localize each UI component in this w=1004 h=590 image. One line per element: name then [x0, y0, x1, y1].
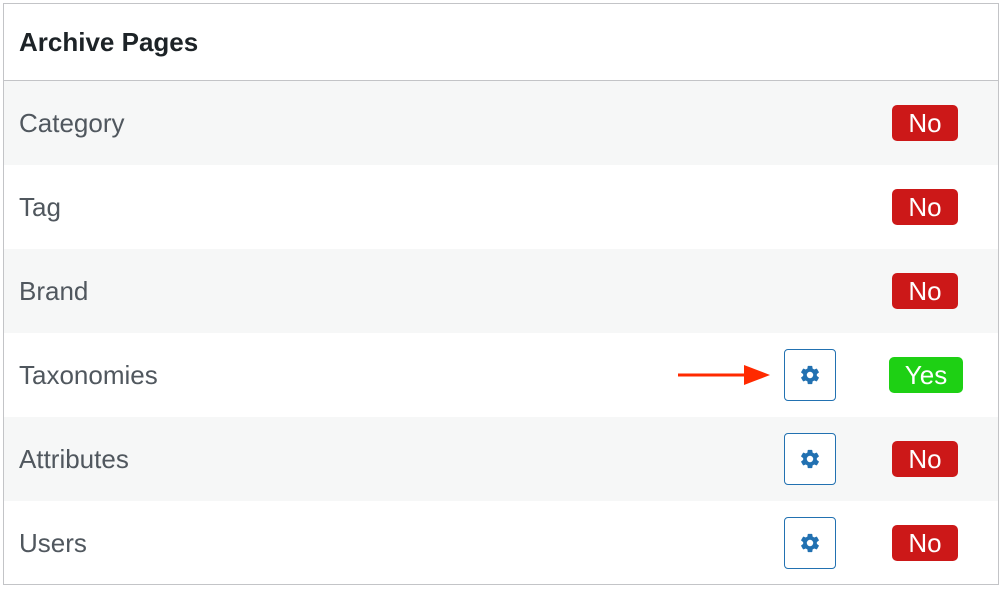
row-brand: Brand No	[4, 249, 998, 333]
row-label: Attributes	[19, 443, 129, 474]
status-badge[interactable]: No	[892, 441, 958, 477]
gear-icon	[801, 365, 819, 385]
row-tag: Tag No	[4, 165, 998, 249]
status-badge[interactable]: No	[892, 273, 958, 309]
panel-title: Archive Pages	[19, 26, 199, 57]
gear-icon	[801, 449, 819, 469]
row-label: Tag	[19, 191, 61, 222]
status-badge[interactable]: No	[892, 525, 958, 561]
row-label: Category	[19, 107, 125, 138]
arrow-right-icon	[678, 365, 770, 385]
status-badge[interactable]: No	[892, 189, 958, 225]
status-badge[interactable]: No	[892, 105, 958, 141]
panel-header: Archive Pages	[4, 4, 998, 81]
row-category: Category No	[4, 81, 998, 165]
archive-pages-panel: Archive Pages Category No Tag No Brand N…	[3, 3, 999, 585]
status-badge[interactable]: Yes	[889, 357, 963, 393]
gear-icon	[801, 533, 819, 553]
row-label: Taxonomies	[19, 359, 158, 390]
row-taxonomies: Taxonomies Yes	[4, 333, 998, 417]
attributes-settings-button[interactable]	[784, 433, 836, 485]
row-users: Users No	[4, 501, 998, 585]
taxonomies-settings-button[interactable]	[784, 349, 836, 401]
row-attributes: Attributes No	[4, 417, 998, 501]
row-label: Users	[19, 527, 87, 558]
row-label: Brand	[19, 275, 89, 306]
users-settings-button[interactable]	[784, 517, 836, 569]
